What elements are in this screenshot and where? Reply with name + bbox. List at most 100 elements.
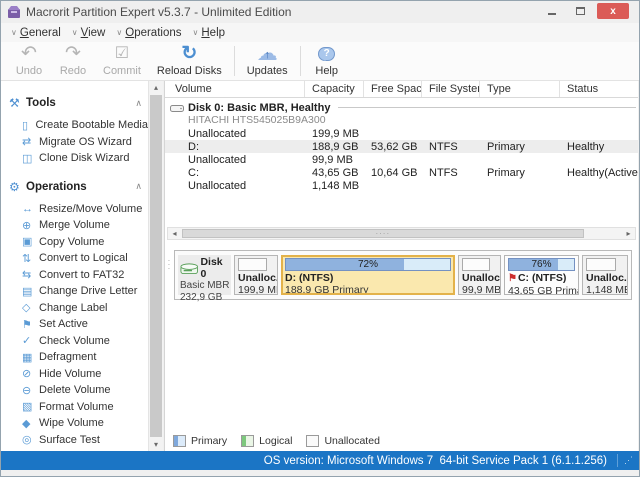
commit-button[interactable]: ☑ Commit: [95, 42, 149, 80]
window-bottom-edge: [1, 470, 639, 476]
sidebar-item-copy-volume[interactable]: ▣ Copy Volume: [1, 234, 148, 251]
collapse-chevron-icon[interactable]: ∧: [135, 181, 142, 192]
menu-operations[interactable]: ∨ Operations: [114, 27, 188, 39]
sidebar-item-merge-volume[interactable]: ⊕ Merge Volume: [1, 217, 148, 234]
label-tag-icon: ◇: [22, 301, 39, 314]
merge-icon: ⊕: [22, 219, 39, 232]
sidebar-item-change-drive-letter[interactable]: ▤ Change Drive Letter: [1, 283, 148, 300]
sidebar-item-check-volume[interactable]: ✓ Check Volume: [1, 333, 148, 350]
sidebar-item-migrate-os-wizard[interactable]: ⇄ Migrate OS Wizard: [1, 134, 148, 151]
resize-grip-icon[interactable]: ⋰: [624, 455, 633, 466]
app-window: Macrorit Partition Expert v5.3.7 - Unlim…: [0, 0, 640, 477]
drive-letter-icon: ▤: [22, 285, 39, 298]
column-header-capacity[interactable]: Capacity: [305, 81, 364, 97]
scrollbar-thumb[interactable]: [150, 95, 162, 437]
disk-group-title: Disk 0: Basic MBR, Healthy: [188, 102, 330, 114]
help-button[interactable]: ? Help: [305, 42, 349, 80]
window-title: Macrorit Partition Expert v5.3.7 - Unlim…: [26, 5, 541, 19]
table-row-volume-d[interactable]: D: 188,9 GB 53,62 GB NTFS Primary Health…: [165, 140, 638, 153]
convert-fat32-icon: ⇆: [22, 268, 39, 281]
sidebar-item-hide-volume[interactable]: ⊘ Hide Volume: [1, 366, 148, 383]
column-header-type[interactable]: Type: [480, 81, 560, 97]
undo-button[interactable]: ↶ Undo: [7, 42, 51, 80]
sidebar-item-set-active[interactable]: ⚑ Set Active: [1, 316, 148, 333]
redo-icon: ↷: [65, 44, 81, 64]
disk-group-row[interactable]: Disk 0: Basic MBR, Healthy HITACHI HTS54…: [165, 101, 638, 125]
sidebar-item-resize-move-volume[interactable]: ↔ Resize/Move Volume: [1, 201, 148, 218]
scroll-up-icon[interactable]: ▴: [149, 81, 163, 94]
collapse-chevron-icon[interactable]: ∧: [135, 98, 142, 109]
close-button[interactable]: x: [597, 3, 629, 19]
toolbar-separator: [234, 46, 235, 76]
resize-icon: ↔: [22, 203, 39, 215]
column-header-status[interactable]: Status: [560, 81, 638, 97]
maximize-button[interactable]: [569, 3, 591, 19]
table-horizontal-scrollbar[interactable]: ◂ ···· ▸: [167, 227, 636, 240]
table-row-unallocated-2[interactable]: Unallocated 99,9 MB: [165, 153, 638, 166]
eraser-icon: ◆: [22, 417, 39, 430]
diskmap-drag-handle-icon[interactable]: ···: [166, 259, 172, 271]
updates-button[interactable]: ☁ ↑ Updates: [239, 42, 296, 80]
diskmap-block-volume-d[interactable]: 72% D: (NTFS) 188,9 GB Primary: [281, 255, 455, 295]
scroll-down-icon[interactable]: ▾: [149, 438, 163, 451]
minimize-icon: [548, 13, 556, 15]
chevron-down-icon: ∨: [11, 28, 17, 37]
panel-splitter[interactable]: ·····: [165, 241, 638, 249]
toolbar: ↶ Undo ↷ Redo ☑ Commit ↻ Reload Disks ☁ …: [1, 42, 639, 81]
legend-swatch-unallocated: [306, 435, 319, 447]
usage-bar: 72%: [285, 258, 451, 271]
active-flag-icon: ⚑: [508, 273, 517, 284]
maximize-icon: [576, 7, 585, 15]
sidebar-section-tools[interactable]: ⚒ Tools ∧: [1, 93, 148, 113]
table-row-volume-c[interactable]: C: 43,65 GB 10,64 GB NTFS Primary Health…: [165, 166, 638, 179]
minimize-button[interactable]: [541, 3, 563, 19]
chevron-down-icon: ∨: [72, 28, 78, 37]
defragment-icon: ▦: [22, 351, 39, 364]
sidebar-section-operations[interactable]: ⚙ Operations ∧: [1, 177, 148, 197]
usage-bar-empty: [586, 258, 616, 271]
commit-checkbox-icon: ☑: [115, 44, 129, 64]
diskmap-block-volume-c[interactable]: 76% ⚑C: (NTFS) 43,65 GB Primary: [504, 255, 579, 295]
status-bar: OS version: Microsoft Windows 7 64-bit S…: [1, 451, 639, 470]
diskmap-block-unallocated-3[interactable]: Unalloc... 1,148 MB: [582, 255, 628, 295]
sidebar-scrollbar[interactable]: ▴ ▾: [148, 81, 163, 451]
sidebar-item-clone-disk-wizard[interactable]: ◫ Clone Disk Wizard: [1, 150, 148, 167]
sidebar-item-change-label[interactable]: ◇ Change Label: [1, 300, 148, 317]
redo-button[interactable]: ↷ Redo: [51, 42, 95, 80]
column-header-free-space[interactable]: Free Space: [364, 81, 422, 97]
usage-bar: 76%: [508, 258, 575, 271]
check-icon: ✓: [22, 334, 39, 347]
convert-logical-icon: ⇅: [22, 252, 39, 265]
flag-icon: ⚑: [22, 318, 39, 331]
copy-icon: ▣: [22, 235, 39, 248]
disk-map: Disk 0 Basic MBR 232,9 GB Unalloc... 199…: [174, 250, 632, 300]
menu-help[interactable]: ∨ Help: [191, 27, 233, 39]
legend-swatch-logical: [241, 435, 254, 447]
legend-item-primary: Primary: [173, 435, 227, 447]
sidebar-item-defragment[interactable]: ▦ Defragment: [1, 349, 148, 366]
volume-table-header: Volume Capacity Free Space File System T…: [165, 81, 638, 98]
menu-general[interactable]: ∨ General: [9, 27, 68, 39]
close-icon: x: [610, 6, 616, 17]
sidebar-item-convert-to-logical[interactable]: ⇅ Convert to Logical: [1, 250, 148, 267]
column-header-file-system[interactable]: File System: [422, 81, 480, 97]
diskmap-block-unallocated-1[interactable]: Unalloc... 199,9 MB: [234, 255, 278, 295]
table-row-unallocated-1[interactable]: Unallocated 199,9 MB: [165, 127, 638, 140]
sidebar-item-surface-test[interactable]: ◎ Surface Test: [1, 432, 148, 449]
menu-view[interactable]: ∨ View: [70, 27, 113, 39]
diskmap-block-unallocated-2[interactable]: Unalloc... 99,9 MB: [458, 255, 501, 295]
scroll-left-icon[interactable]: ◂: [168, 229, 181, 238]
title-bar: Macrorit Partition Expert v5.3.7 - Unlim…: [1, 1, 639, 23]
diskmap-disk-info[interactable]: Disk 0 Basic MBR 232,9 GB: [178, 255, 231, 295]
sidebar-item-delete-volume[interactable]: ⊖ Delete Volume: [1, 382, 148, 399]
table-row-unallocated-3[interactable]: Unallocated 1,148 MB: [165, 179, 638, 192]
sidebar-item-create-bootable-media[interactable]: ▯ Create Bootable Media: [1, 117, 148, 134]
sidebar-item-wipe-volume[interactable]: ◆ Wipe Volume: [1, 415, 148, 432]
reload-disks-button[interactable]: ↻ Reload Disks: [149, 42, 230, 80]
scrollbar-thumb[interactable]: ····: [182, 229, 584, 238]
sidebar-item-format-volume[interactable]: ▧ Format Volume: [1, 399, 148, 416]
column-header-volume[interactable]: Volume: [165, 81, 305, 97]
os-version-text: OS version: Microsoft Windows 7 64-bit S…: [264, 455, 607, 467]
sidebar-item-convert-to-fat32[interactable]: ⇆ Convert to FAT32: [1, 267, 148, 284]
scroll-right-icon[interactable]: ▸: [622, 229, 635, 238]
